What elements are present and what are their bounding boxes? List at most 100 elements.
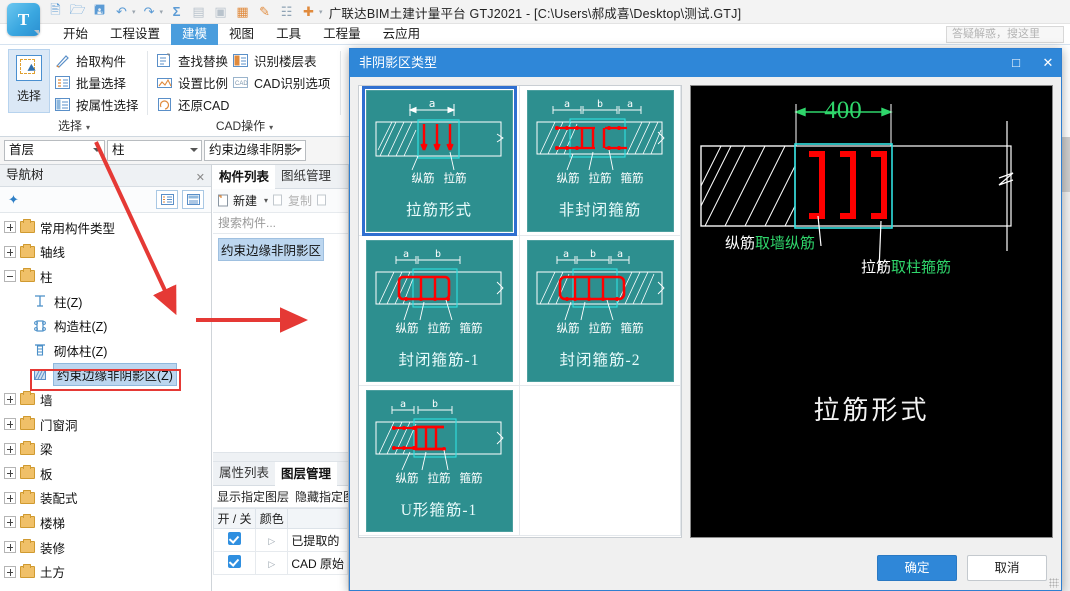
card-closed-stirrup-2[interactable]: a b a 纵筋 拉筋 箍筋 封闭箍筋-2 bbox=[526, 239, 674, 382]
cad-options-button[interactable]: CAD CAD识别选项 bbox=[232, 72, 330, 93]
tab-yunyingyong[interactable]: 云应用 bbox=[372, 24, 432, 45]
batch-select-button[interactable]: 批量选择 bbox=[54, 72, 126, 93]
magic-wand-icon[interactable]: ✦ bbox=[8, 192, 19, 208]
ok-button[interactable]: 确定 bbox=[877, 555, 957, 581]
tree-node-louti[interactable]: 楼梯 bbox=[0, 510, 211, 535]
tree-node-qitizhu-z[interactable]: 砌体柱(Z) bbox=[0, 338, 211, 363]
checkbox-checked-icon[interactable] bbox=[228, 555, 242, 568]
select-tool-button[interactable]: 选择 bbox=[8, 49, 50, 113]
card-labels: 纵筋 拉筋 箍筋 bbox=[366, 320, 513, 336]
expander-icon[interactable] bbox=[4, 516, 16, 529]
expander-icon[interactable] bbox=[4, 541, 16, 554]
dialog-title-bar[interactable]: 非阴影区类型 □ ✕ bbox=[350, 49, 1061, 77]
dialog-window-buttons: □ ✕ bbox=[1007, 49, 1057, 77]
cad-group-label[interactable]: CAD操作 ▾ bbox=[148, 117, 341, 134]
copy-component-button[interactable]: 复制 bbox=[272, 192, 312, 209]
card-u-stirrup-1[interactable]: a b 纵筋 拉筋 箍筋 U形箍筋-1 bbox=[365, 389, 513, 532]
card-latie[interactable]: a 纵筋 拉筋 拉筋形式 bbox=[361, 86, 517, 236]
new-component-button[interactable]: 新建 ▾ bbox=[217, 192, 268, 209]
grid-cell: a b bbox=[359, 386, 520, 536]
panel-splitter[interactable] bbox=[213, 452, 348, 462]
tree-node-label: 柱 bbox=[40, 270, 53, 285]
set-scale-button[interactable]: 设置比例 bbox=[156, 72, 228, 93]
layer-color-cell[interactable]: ▷ bbox=[255, 528, 289, 552]
card-open-stirrup[interactable]: a b a 纵筋 拉筋 箍筋 非封闭箍筋 bbox=[526, 89, 674, 232]
new-caret-icon[interactable]: ▾ bbox=[264, 196, 268, 205]
identify-floor-table-button[interactable]: 识别楼层表 bbox=[232, 50, 317, 71]
tree-node-tufang[interactable]: 土方 bbox=[0, 559, 211, 584]
show-layers-button[interactable]: 显示指定图层 bbox=[217, 488, 289, 505]
select-group-caret-icon[interactable]: ▾ bbox=[86, 123, 90, 132]
expander-icon[interactable] bbox=[4, 221, 16, 234]
expander-icon[interactable] bbox=[4, 442, 16, 455]
tab-gongchengshezhi[interactable]: 工程设置 bbox=[99, 24, 171, 45]
help-search-input[interactable]: 答疑解惑，搜这里 bbox=[946, 26, 1064, 43]
tree-node-zhu[interactable]: 柱 bbox=[0, 264, 211, 289]
restore-cad-label: 还原CAD bbox=[178, 99, 230, 113]
tree-node-zhu-z[interactable]: 柱(Z) bbox=[0, 289, 211, 314]
floor-selector[interactable]: 首层 bbox=[4, 140, 105, 161]
copy-component-label: 复制 bbox=[288, 194, 313, 208]
cancel-button[interactable]: 取消 bbox=[967, 555, 1047, 581]
floor-caret-icon[interactable] bbox=[93, 148, 101, 152]
find-replace-icon bbox=[156, 52, 173, 69]
table-row[interactable]: ▷ CAD 原始 bbox=[212, 551, 348, 575]
select-group-label[interactable]: 选择 ▾ bbox=[0, 117, 148, 134]
expander-icon[interactable] bbox=[4, 467, 16, 480]
close-icon[interactable]: ✕ bbox=[196, 168, 205, 189]
list-item[interactable]: 约束边缘非阴影区 bbox=[217, 238, 325, 261]
component-caret-icon[interactable] bbox=[294, 148, 302, 152]
tab-kaishi[interactable]: 开始 bbox=[52, 24, 99, 45]
tree-node-menchuangdong[interactable]: 门窗洞 bbox=[0, 412, 211, 437]
tab-shitu[interactable]: 视图 bbox=[218, 24, 265, 45]
checkbox-checked-icon[interactable] bbox=[228, 532, 242, 545]
tree-node-gouzaozhu-z[interactable]: 构造柱(Z) bbox=[0, 313, 211, 338]
card-closed-stirrup-1[interactable]: a b 纵筋 拉筋 箍筋 封闭箍筋-1 bbox=[365, 239, 513, 382]
expander-icon[interactable] bbox=[4, 491, 16, 504]
expander-icon[interactable] bbox=[4, 393, 16, 406]
detail-view-button[interactable] bbox=[182, 190, 204, 209]
expander-icon[interactable] bbox=[4, 245, 16, 258]
restore-cad-button[interactable]: 还原CAD bbox=[156, 94, 229, 115]
search-component-input[interactable]: 搜索构件... bbox=[213, 213, 348, 234]
expander-icon[interactable] bbox=[4, 270, 16, 283]
category-caret-icon[interactable] bbox=[190, 148, 198, 152]
svg-text:a: a bbox=[399, 399, 405, 410]
folder-icon bbox=[20, 243, 35, 258]
pick-component-button[interactable]: 拾取构件 bbox=[54, 50, 126, 71]
table-row[interactable]: ▷ 已提取的 bbox=[212, 528, 348, 552]
delete-component-button[interactable] bbox=[316, 194, 329, 207]
component-selector[interactable]: 约束边缘非阴影 bbox=[204, 140, 306, 161]
hide-layers-button[interactable]: 隐藏指定图 bbox=[295, 488, 348, 505]
tab-gongju[interactable]: 工具 bbox=[265, 24, 312, 45]
maximize-icon[interactable]: □ bbox=[1007, 49, 1025, 77]
layer-color-cell[interactable]: ▷ bbox=[255, 551, 289, 575]
tab-component-list[interactable]: 构件列表 bbox=[213, 165, 276, 189]
tab-jianmo[interactable]: 建模 bbox=[171, 24, 219, 45]
expander-icon[interactable] bbox=[4, 565, 16, 578]
layer-onoff-cell[interactable] bbox=[212, 551, 257, 575]
list-view-button[interactable] bbox=[156, 190, 178, 209]
cad-group-caret-icon[interactable]: ▾ bbox=[269, 123, 273, 132]
category-selector[interactable]: 柱 bbox=[107, 140, 202, 161]
expander-icon[interactable] bbox=[4, 418, 16, 431]
tab-drawing-manager[interactable]: 图纸管理 bbox=[275, 165, 337, 189]
select-by-property-button[interactable]: 按属性选择 bbox=[54, 94, 139, 115]
color-swatch-icon: ▷ bbox=[268, 559, 276, 569]
tab-layer-manager[interactable]: 图层管理 bbox=[275, 462, 338, 486]
resize-grip[interactable] bbox=[1049, 578, 1059, 588]
tree-node-liang[interactable]: 梁 bbox=[0, 436, 211, 461]
tree-node-yueshubianyuan[interactable]: 约束边缘非阴影区(Z) bbox=[0, 363, 211, 388]
tree-node-zhuangpeishi[interactable]: 装配式 bbox=[0, 486, 211, 511]
tree-node-zhouxian[interactable]: 轴线 bbox=[0, 240, 211, 265]
tree-node-label: 构造柱(Z) bbox=[54, 320, 108, 335]
tree-node-zhuangxiu[interactable]: 装修 bbox=[0, 535, 211, 560]
close-icon[interactable]: ✕ bbox=[1039, 49, 1057, 77]
tab-property-list[interactable]: 属性列表 bbox=[213, 462, 275, 486]
layer-onoff-cell[interactable] bbox=[212, 528, 257, 552]
tree-node-ban[interactable]: 板 bbox=[0, 461, 211, 486]
tree-node-qiang[interactable]: 墙 bbox=[0, 387, 211, 412]
find-replace-button[interactable]: 查找替换 bbox=[156, 50, 228, 71]
tab-gongchengliang[interactable]: 工程量 bbox=[312, 24, 372, 45]
tree-node-changyong[interactable]: 常用构件类型 bbox=[0, 215, 211, 240]
